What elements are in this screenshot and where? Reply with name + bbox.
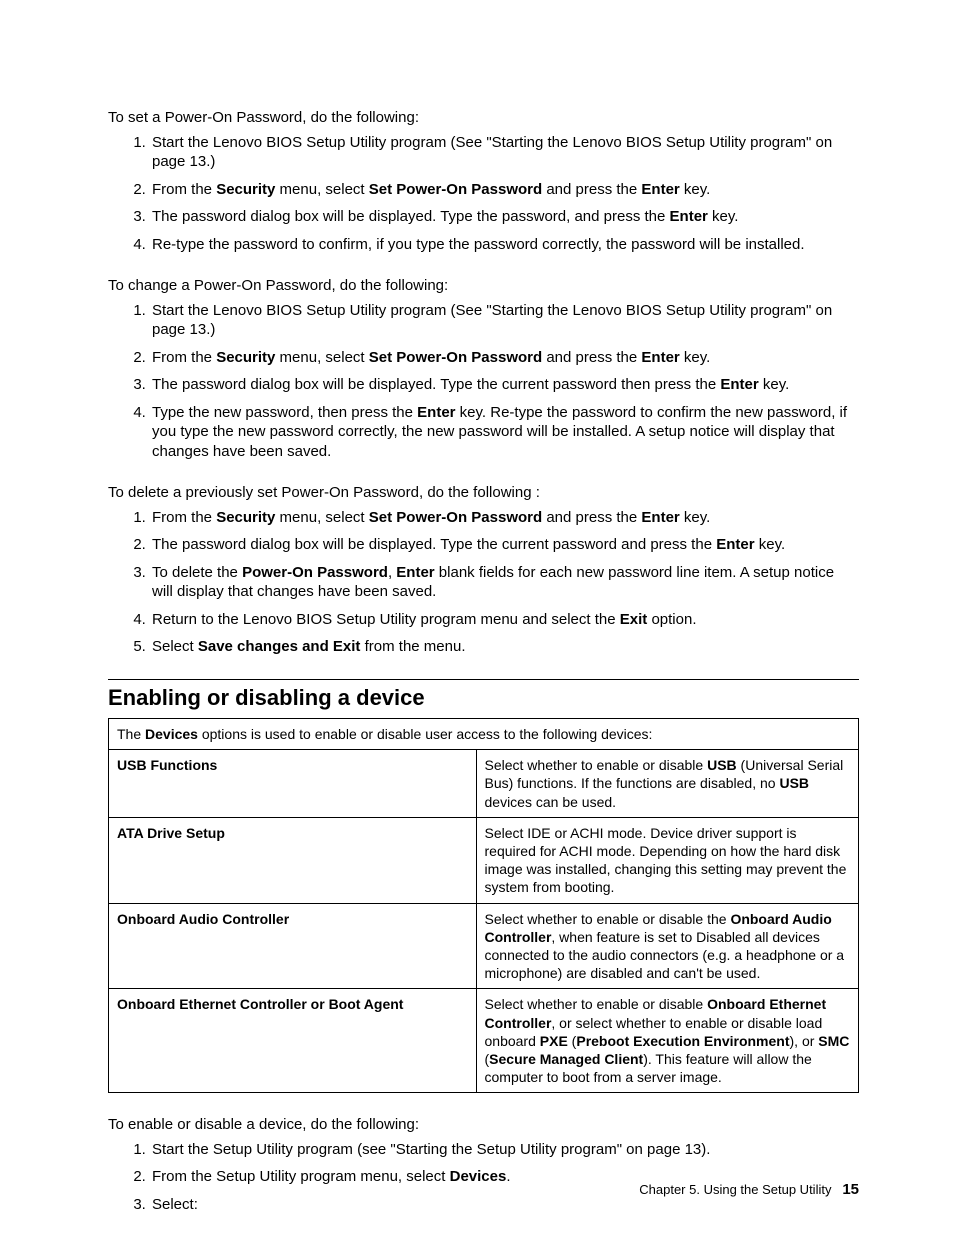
table-row: ATA Drive Setup Select IDE or ACHI mode.… [109, 817, 859, 903]
table-cell-right: Select whether to enable or disable Onbo… [476, 989, 859, 1093]
list-item: Return to the Lenovo BIOS Setup Utility … [150, 610, 859, 630]
list-item: Start the Setup Utility program (see "St… [150, 1140, 859, 1160]
table-row: Onboard Ethernet Controller or Boot Agen… [109, 989, 859, 1093]
footer-page-number: 15 [842, 1181, 859, 1198]
table-cell-left: Onboard Ethernet Controller or Boot Agen… [109, 989, 477, 1093]
list-item: The password dialog box will be displaye… [150, 207, 859, 227]
list-item: From the Security menu, select Set Power… [150, 508, 859, 528]
devices-table: The Devices options is used to enable or… [108, 718, 859, 1093]
list-item: From the Security menu, select Set Power… [150, 348, 859, 368]
list-item: Select Save changes and Exit from the me… [150, 637, 859, 657]
list-item: Start the Lenovo BIOS Setup Utility prog… [150, 133, 859, 172]
table-cell-right: Select whether to enable or disable USB … [476, 750, 859, 818]
table-cell-right: Select whether to enable or disable the … [476, 903, 859, 989]
table-intro-cell: The Devices options is used to enable or… [109, 719, 859, 750]
footer-chapter: Chapter 5. Using the Setup Utility [639, 1182, 831, 1197]
list-item: To delete the Power-On Password, Enter b… [150, 563, 859, 602]
enable-disable-intro: To enable or disable a device, do the fo… [108, 1115, 859, 1135]
section-divider [108, 679, 859, 680]
enable-disable-list: Start the Setup Utility program (see "St… [108, 1140, 859, 1215]
document-page: To set a Power-On Password, do the follo… [0, 0, 954, 1235]
table-cell-left: ATA Drive Setup [109, 817, 477, 903]
table-cell-right: Select IDE or ACHI mode. Device driver s… [476, 817, 859, 903]
set-password-list: Start the Lenovo BIOS Setup Utility prog… [108, 133, 859, 255]
table-row: The Devices options is used to enable or… [109, 719, 859, 750]
table-row: USB Functions Select whether to enable o… [109, 750, 859, 818]
list-item: Re-type the password to confirm, if you … [150, 235, 859, 255]
table-row: Onboard Audio Controller Select whether … [109, 903, 859, 989]
list-item: Start the Lenovo BIOS Setup Utility prog… [150, 301, 859, 340]
list-item: The password dialog box will be displaye… [150, 375, 859, 395]
table-cell-left: Onboard Audio Controller [109, 903, 477, 989]
change-password-intro: To change a Power-On Password, do the fo… [108, 276, 859, 296]
section-heading: Enabling or disabling a device [108, 684, 859, 713]
list-item: Type the new password, then press the En… [150, 403, 859, 462]
table-cell-left: USB Functions [109, 750, 477, 818]
delete-password-list: From the Security menu, select Set Power… [108, 508, 859, 657]
change-password-list: Start the Lenovo BIOS Setup Utility prog… [108, 301, 859, 462]
list-item: The password dialog box will be displaye… [150, 535, 859, 555]
list-item: From the Security menu, select Set Power… [150, 180, 859, 200]
page-footer: Chapter 5. Using the Setup Utility 15 [639, 1180, 859, 1200]
set-password-intro: To set a Power-On Password, do the follo… [108, 108, 859, 128]
delete-password-intro: To delete a previously set Power-On Pass… [108, 483, 859, 503]
